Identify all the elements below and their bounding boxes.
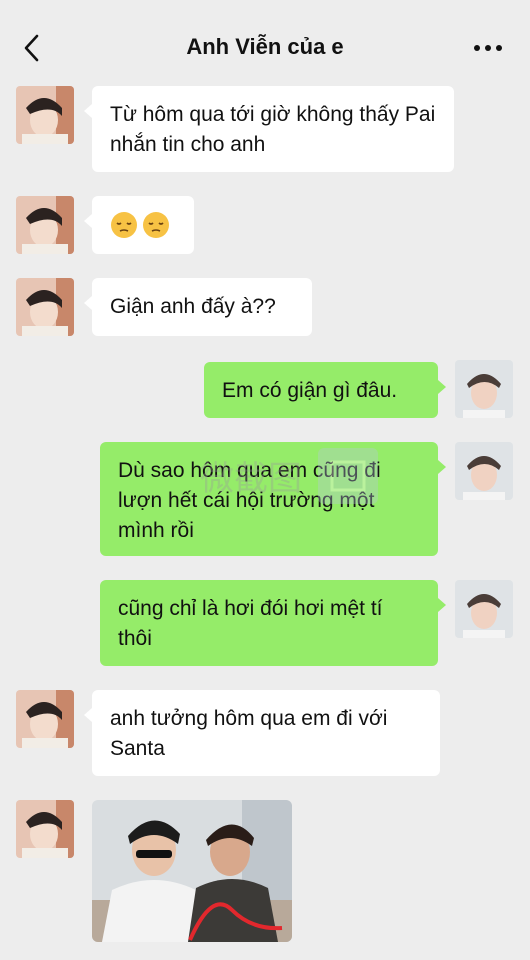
- chat-title: Anh Viễn của e: [186, 34, 344, 59]
- message-bubble-sent[interactable]: cũng chỉ là hơi đói hơi mệt tí thôi: [100, 580, 446, 666]
- message-text: cũng chỉ là hơi đói hơi mệt tí thôi: [118, 597, 383, 650]
- pensive-face-icon: [111, 212, 137, 239]
- watermark: 微截图: [200, 440, 390, 520]
- message-bubble-received[interactable]: Từ hôm qua tới giờ không thấy Pai nhắn t…: [84, 86, 454, 172]
- message-text: Từ hôm qua tới giờ không thấy Pai nhắn t…: [110, 103, 436, 156]
- my-avatar[interactable]: [455, 580, 513, 638]
- message-text: anh tưởng hôm qua em đi với Santa: [110, 707, 388, 760]
- message-bubble-received[interactable]: Giận anh đấy à??: [84, 278, 312, 336]
- contact-avatar[interactable]: [16, 86, 74, 144]
- pensive-face-icon: [143, 212, 169, 239]
- message-bubble-received[interactable]: anh tưởng hôm qua em đi với Santa: [84, 690, 440, 776]
- my-avatar[interactable]: [455, 442, 513, 500]
- message-text: Giận anh đấy à??: [110, 295, 276, 318]
- contact-avatar[interactable]: [16, 800, 74, 858]
- photo-two-people: [92, 800, 292, 942]
- my-avatar[interactable]: [455, 360, 513, 418]
- contact-avatar[interactable]: [16, 278, 74, 336]
- message-text: Em có giận gì đâu.: [222, 379, 398, 402]
- message-bubble-sent[interactable]: Em có giận gì đâu.: [204, 362, 446, 418]
- message-photo[interactable]: [92, 800, 292, 942]
- contact-avatar[interactable]: [16, 690, 74, 748]
- contact-avatar[interactable]: [16, 196, 74, 254]
- more-button[interactable]: [468, 34, 508, 62]
- message-bubble-received[interactable]: [84, 196, 194, 254]
- chat-header: Anh Viễn của e: [0, 0, 530, 88]
- more-dots-icon: [474, 45, 502, 51]
- svg-text:微截图: 微截图: [200, 459, 302, 499]
